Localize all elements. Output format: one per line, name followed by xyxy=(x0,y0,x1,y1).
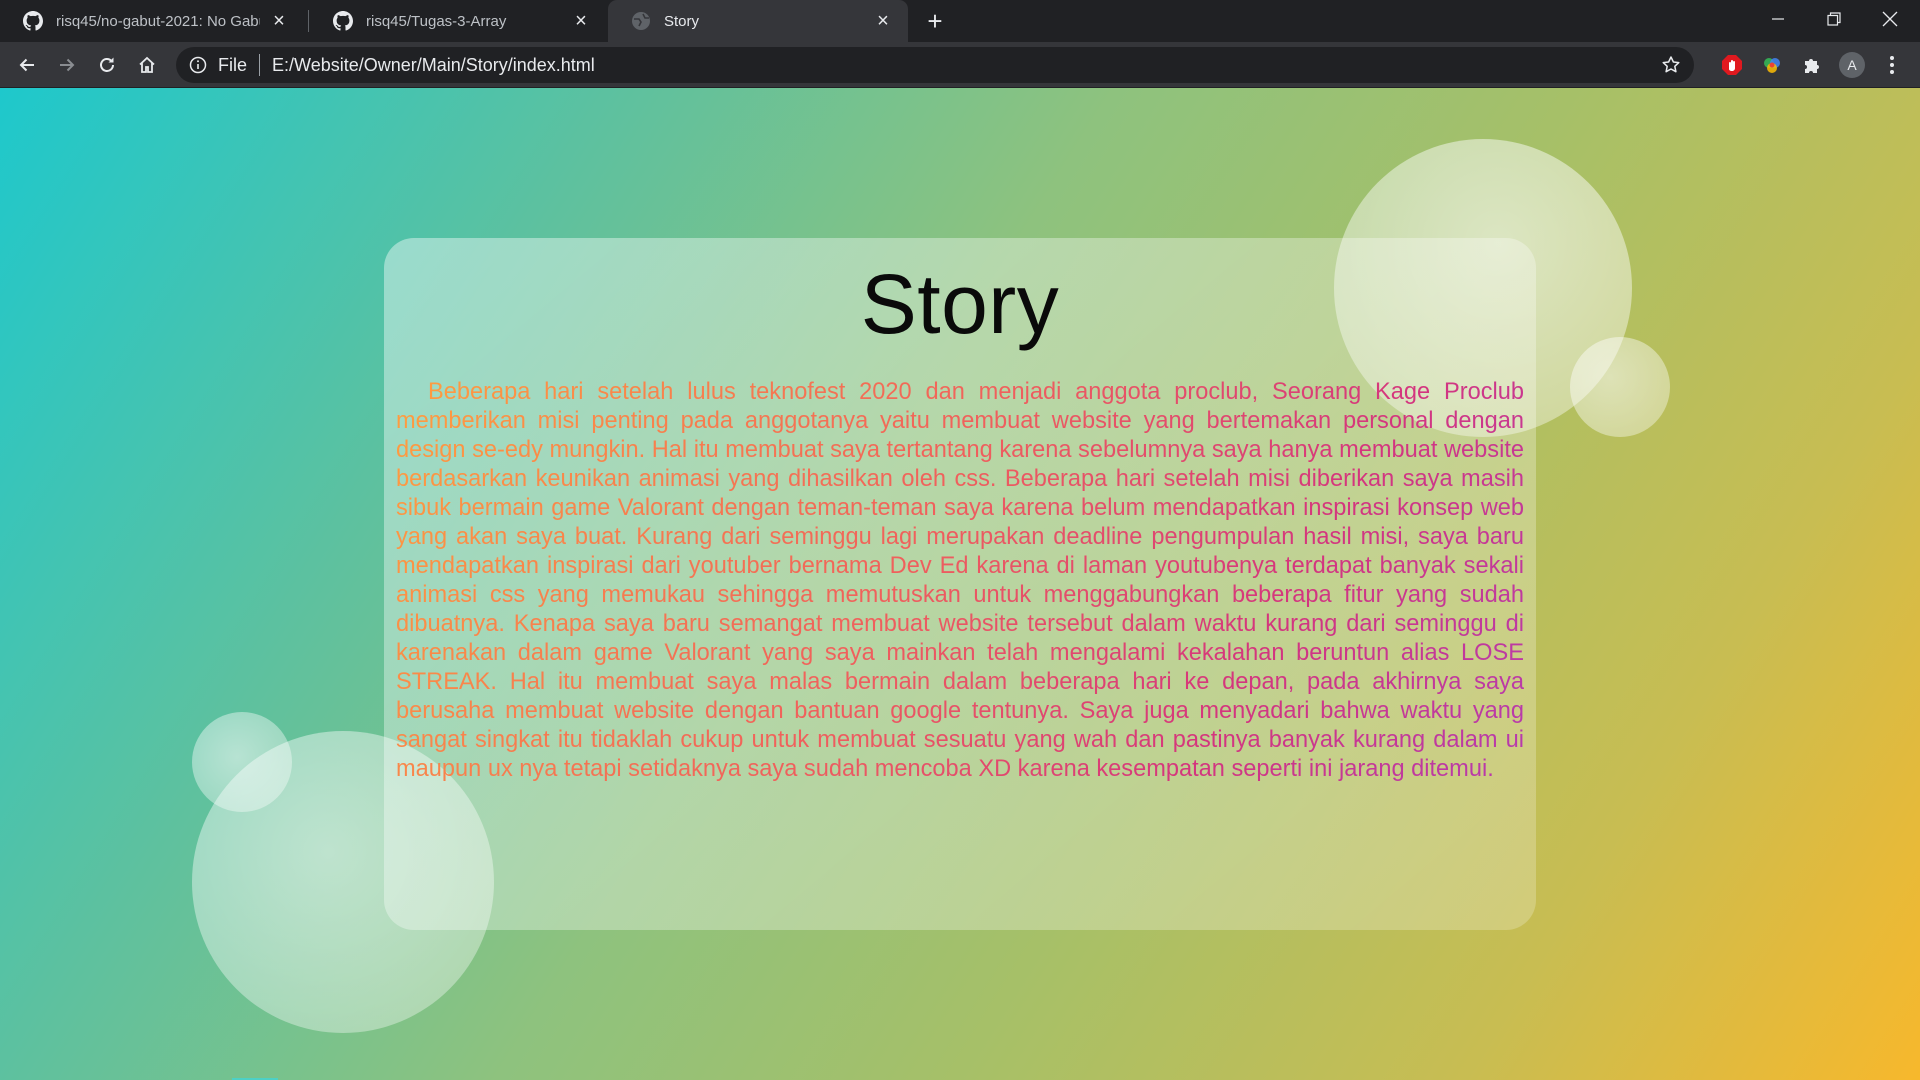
tab-title: risq45/no-gabut-2021: No Gabut xyxy=(56,12,260,30)
puzzle-extensions-icon[interactable] xyxy=(1798,51,1826,79)
globe-icon xyxy=(630,10,652,32)
new-tab-button[interactable]: + xyxy=(920,6,950,36)
back-icon[interactable] xyxy=(11,49,43,81)
star-icon[interactable] xyxy=(1660,54,1682,76)
close-window-button[interactable] xyxy=(1862,0,1918,38)
close-icon[interactable]: × xyxy=(570,10,592,32)
close-icon[interactable]: × xyxy=(268,10,290,32)
reload-icon[interactable] xyxy=(91,49,123,81)
forward-icon[interactable] xyxy=(51,49,83,81)
minimize-button[interactable] xyxy=(1750,0,1806,38)
decor-circle-small-bottom xyxy=(192,712,292,812)
tab-title: risq45/Tugas-3-Array xyxy=(366,12,507,30)
home-icon[interactable] xyxy=(131,49,163,81)
browser-toolbar: File E:/Website/Owner/Main/Story/index.h… xyxy=(0,42,1920,88)
github-icon xyxy=(22,10,44,32)
address-divider xyxy=(259,54,261,76)
decor-circle-small-top xyxy=(1570,337,1670,437)
story-card: Story Beberapa hari setelah lulus teknof… xyxy=(384,238,1536,930)
tab-no-gabut[interactable]: risq45/no-gabut-2021: No Gabut × xyxy=(0,0,304,42)
tab-strip: risq45/no-gabut-2021: No Gabut × risq45/… xyxy=(0,0,1920,42)
url-text[interactable]: E:/Website/Owner/Main/Story/index.html xyxy=(272,55,595,76)
address-bar[interactable]: File E:/Website/Owner/Main/Story/index.h… xyxy=(176,47,1694,83)
page-viewport: Story Beberapa hari setelah lulus teknof… xyxy=(0,88,1920,1080)
tab-divider xyxy=(308,10,309,32)
tab-title: Story xyxy=(664,12,700,30)
profile-avatar[interactable]: A xyxy=(1838,51,1866,79)
page-title: Story xyxy=(860,257,1060,351)
github-icon xyxy=(332,10,354,32)
scheme-label: File xyxy=(218,54,248,75)
adblock-extension-icon[interactable] xyxy=(1718,51,1746,79)
menu-kebab-icon[interactable] xyxy=(1878,51,1906,79)
info-icon[interactable] xyxy=(188,55,208,75)
avatar: A xyxy=(1839,52,1865,78)
story-paragraph: Beberapa hari setelah lulus teknofest 20… xyxy=(396,379,1524,782)
colorful-extension-icon[interactable] xyxy=(1758,51,1786,79)
close-icon[interactable]: × xyxy=(872,10,894,32)
restore-button[interactable] xyxy=(1806,0,1862,38)
tab-story[interactable]: Story × xyxy=(608,0,908,42)
tab-tugas-3-array[interactable]: risq45/Tugas-3-Array × xyxy=(310,0,606,42)
